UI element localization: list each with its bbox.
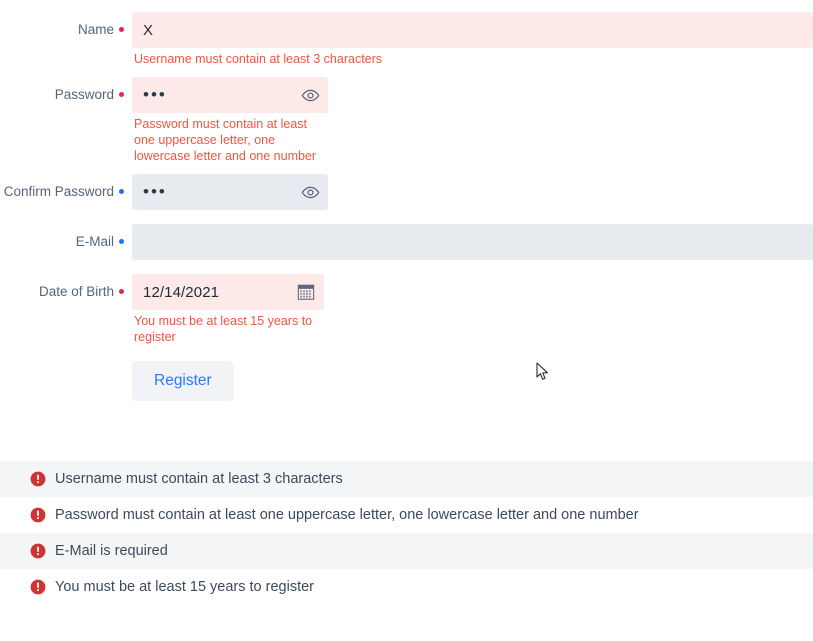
submit-spacer — [0, 361, 132, 401]
field-row-email: E-Mail — [0, 224, 813, 260]
label-password: Password — [0, 77, 132, 103]
error-circle-icon — [30, 579, 46, 595]
error-circle-icon — [30, 471, 46, 487]
label-password-text: Password — [54, 87, 114, 102]
required-dot-confirm-password — [119, 189, 124, 195]
label-confirm-password: Confirm Password — [0, 174, 132, 200]
confirm-password-input-value: ••• — [143, 182, 167, 201]
date-of-birth-input-value: 12/14/2021 — [143, 283, 220, 301]
required-dot-date-of-birth — [119, 289, 124, 295]
error-summary-row: E-Mail is required — [0, 533, 813, 569]
label-email: E-Mail — [0, 224, 132, 250]
name-inline-error: Username must contain at least 3 charact… — [134, 52, 383, 66]
required-dot-name — [119, 27, 124, 33]
field-row-confirm-password: Confirm Password ••• — [0, 174, 813, 210]
control-date-of-birth: 12/14/2021 You must be at least 15 years… — [132, 274, 813, 345]
required-dot-password — [119, 92, 124, 98]
error-summary-text: Password must contain at least one upper… — [55, 507, 639, 523]
label-confirm-password-text: Confirm Password — [3, 184, 114, 199]
label-date-of-birth-text: Date of Birth — [38, 284, 114, 299]
password-input[interactable]: ••• — [132, 77, 328, 113]
error-summary-row: Password must contain at least one upper… — [0, 497, 813, 533]
eye-icon[interactable] — [300, 85, 320, 105]
registration-page: Name X Username must contain at least 3 … — [0, 0, 813, 641]
control-email — [132, 224, 813, 260]
register-button[interactable]: Register — [132, 361, 234, 401]
field-row-password: Password ••• Password must contain at le… — [0, 77, 813, 164]
label-date-of-birth: Date of Birth — [0, 274, 132, 300]
label-email-text: E-Mail — [75, 234, 114, 249]
error-summary-row: Username must contain at least 3 charact… — [0, 461, 813, 497]
field-row-name: Name X Username must contain at least 3 … — [0, 12, 813, 67]
submit-row: Register — [0, 361, 813, 401]
label-name-text: Name — [77, 22, 114, 37]
error-circle-icon — [30, 543, 46, 559]
calendar-icon[interactable] — [296, 282, 316, 302]
registration-form: Name X Username must contain at least 3 … — [0, 0, 813, 401]
error-summary-text: You must be at least 15 years to registe… — [55, 579, 314, 595]
eye-icon[interactable] — [300, 182, 320, 202]
control-password: ••• Password must contain at least one u… — [132, 77, 813, 164]
password-inline-error: Password must contain at least one upper… — [134, 117, 317, 163]
confirm-password-input[interactable]: ••• — [132, 174, 328, 210]
field-row-date-of-birth: Date of Birth 12/14/2021 You must be at … — [0, 274, 813, 345]
label-name: Name — [0, 12, 132, 38]
error-summary-text: E-Mail is required — [55, 543, 168, 559]
error-summary-row: You must be at least 15 years to registe… — [0, 569, 813, 605]
password-input-value: ••• — [143, 85, 167, 104]
date-of-birth-inline-error: You must be at least 15 years to registe… — [134, 314, 313, 344]
required-dot-email — [119, 239, 124, 245]
name-input[interactable]: X — [132, 12, 813, 48]
date-of-birth-input[interactable]: 12/14/2021 — [132, 274, 324, 310]
control-name: X Username must contain at least 3 chara… — [132, 12, 813, 67]
error-summary: Username must contain at least 3 charact… — [0, 461, 813, 605]
error-summary-text: Username must contain at least 3 charact… — [55, 471, 343, 487]
email-input[interactable] — [132, 224, 813, 260]
name-input-value: X — [143, 21, 154, 39]
control-confirm-password: ••• — [132, 174, 813, 210]
error-circle-icon — [30, 507, 46, 523]
